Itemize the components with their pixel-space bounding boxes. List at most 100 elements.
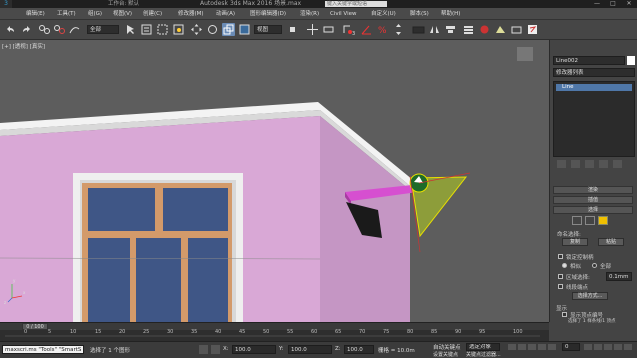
render-setup-icon[interactable] [494, 23, 507, 36]
menu-animation[interactable]: 动画(A) [216, 8, 235, 20]
menu-views[interactable]: 视图(V) [113, 8, 132, 20]
similar-radio[interactable] [562, 263, 567, 268]
rect-select-icon[interactable] [156, 23, 169, 36]
select-by-button[interactable]: 选择方式... [572, 292, 608, 300]
search-input[interactable]: 键入关键字或短语 [325, 1, 387, 7]
select-rotate-icon[interactable] [206, 23, 219, 36]
remove-modifier-icon[interactable] [599, 160, 608, 168]
align-icon[interactable] [444, 23, 457, 36]
vertex-level-icon[interactable] [572, 216, 582, 225]
named-selection-icon[interactable] [412, 23, 425, 36]
select-object-icon[interactable] [124, 23, 137, 36]
render-icon[interactable] [510, 23, 523, 36]
object-name-field[interactable]: Line002 [553, 56, 625, 65]
zoom-all-icon[interactable] [594, 344, 602, 350]
workspace-label[interactable]: 工作台: 默认 [108, 0, 139, 8]
bind-spacewarp-icon[interactable] [68, 23, 81, 36]
menu-group[interactable]: 组(G) [88, 8, 102, 20]
auto-key-button[interactable]: 自动关键点 [433, 343, 461, 351]
menu-tools[interactable]: 工具(T) [57, 8, 76, 20]
menu-help[interactable]: 帮助(H) [441, 8, 460, 20]
configure-sets-icon[interactable] [613, 160, 622, 168]
select-move-icon[interactable] [190, 23, 203, 36]
set-key-button[interactable]: 设置关键点 [433, 351, 458, 358]
undo-icon[interactable] [4, 23, 17, 36]
viewcube[interactable] [517, 47, 533, 61]
link-icon[interactable] [38, 23, 51, 36]
zoom-icon[interactable] [584, 344, 592, 350]
keyboard-shortcut-icon[interactable] [322, 23, 335, 36]
menu-graph-editors[interactable]: 图形编辑器(D) [250, 8, 286, 20]
segment-level-icon[interactable] [585, 216, 595, 225]
make-unique-icon[interactable] [585, 160, 594, 168]
play-icon[interactable] [528, 344, 536, 350]
lock-handles-checkbox[interactable] [558, 254, 563, 259]
time-slider[interactable]: 0 / 100 [0, 322, 549, 330]
viewport-label[interactable]: [+] [透视] [真实] [2, 42, 45, 50]
area-selection-checkbox[interactable] [558, 274, 563, 279]
select-scale-icon[interactable] [222, 23, 235, 36]
segment-end-checkbox[interactable] [558, 284, 563, 289]
show-vertex-numbers-checkbox[interactable] [562, 312, 567, 317]
show-end-result-icon[interactable] [571, 160, 580, 168]
modifier-list-dropdown[interactable]: 修改器列表 [553, 68, 635, 77]
menu-customize[interactable]: 自定义(U) [371, 8, 396, 20]
copy-button[interactable]: 复制 [562, 238, 588, 246]
rollout-selection[interactable]: 选择 [553, 206, 633, 214]
paste-button[interactable]: 粘贴 [598, 238, 624, 246]
close-button[interactable]: ✕ [621, 0, 637, 8]
layer-manager-icon[interactable] [462, 23, 475, 36]
next-frame-icon[interactable] [538, 344, 546, 350]
menu-scripting[interactable]: 脚本(S) [410, 8, 429, 20]
filter-dropdown[interactable]: 全部 [87, 25, 119, 34]
percent-snap-icon[interactable]: % [376, 23, 389, 36]
pan-icon[interactable] [604, 344, 612, 350]
previous-frame-icon[interactable] [518, 344, 526, 350]
maximize-button[interactable]: □ [605, 0, 621, 8]
app-logo-icon[interactable]: 3 [0, 0, 12, 8]
menu-rendering[interactable]: 渲染(R) [300, 8, 319, 20]
mirror-icon[interactable] [428, 23, 441, 36]
render-frame-icon[interactable] [526, 23, 539, 36]
perspective-viewport[interactable]: [+] [透视] [真实] x y z [0, 40, 549, 322]
current-frame-field[interactable]: 0 [562, 343, 580, 351]
spinner-snap-icon[interactable] [392, 23, 405, 36]
area-selection-value[interactable]: 0.1mm [606, 272, 632, 281]
maximize-viewport-icon[interactable] [624, 344, 632, 350]
angle-snap-icon[interactable] [360, 23, 373, 36]
coordinate-dropdown[interactable]: 视图 [254, 25, 282, 34]
key-filters-button[interactable]: 关键点过滤器... [466, 351, 501, 358]
transform-mode-icon[interactable] [211, 345, 220, 354]
select-by-name-icon[interactable] [140, 23, 153, 36]
orbit-icon[interactable] [614, 344, 622, 350]
rollout-rendering[interactable]: 渲染 [553, 186, 633, 194]
spline-level-icon[interactable] [598, 216, 608, 225]
menu-modifiers[interactable]: 修改器(M) [178, 8, 204, 20]
maxscript-listener[interactable]: maxscri.ms "Tools" "SmartS [2, 345, 84, 354]
pivot-icon[interactable] [238, 23, 251, 36]
object-color-swatch[interactable] [627, 56, 635, 65]
all-radio[interactable] [592, 263, 597, 268]
manipulate-mode-icon[interactable] [306, 23, 319, 36]
minimize-button[interactable]: — [589, 0, 605, 8]
unlink-icon[interactable] [53, 23, 66, 36]
manipulate-icon[interactable] [286, 23, 299, 36]
x-coordinate-field[interactable]: 100.0 [232, 345, 276, 354]
pin-stack-icon[interactable] [557, 160, 566, 168]
material-editor-icon[interactable] [478, 23, 491, 36]
menu-civil-view[interactable]: Civil View [330, 8, 356, 20]
z-coordinate-field[interactable]: 100.0 [344, 345, 374, 354]
rollout-interpolation[interactable]: 插值 [553, 196, 633, 204]
stack-item-line[interactable]: Line [556, 84, 632, 91]
redo-icon[interactable] [20, 23, 33, 36]
menu-edit[interactable]: 编辑(E) [26, 8, 45, 20]
window-crossing-icon[interactable] [172, 23, 185, 36]
viewport-scene[interactable] [0, 40, 549, 322]
menu-create[interactable]: 创建(C) [143, 8, 162, 20]
track-bar[interactable]: 0 5 10 15 20 25 30 35 40 45 50 55 60 65 … [0, 329, 549, 341]
y-coordinate-field[interactable]: 100.0 [288, 345, 332, 354]
selection-lock-icon[interactable] [199, 345, 208, 354]
go-to-end-icon[interactable] [548, 344, 556, 350]
go-to-start-icon[interactable] [508, 344, 516, 350]
selected-object-dropdown[interactable]: 选定对象 [466, 343, 500, 351]
